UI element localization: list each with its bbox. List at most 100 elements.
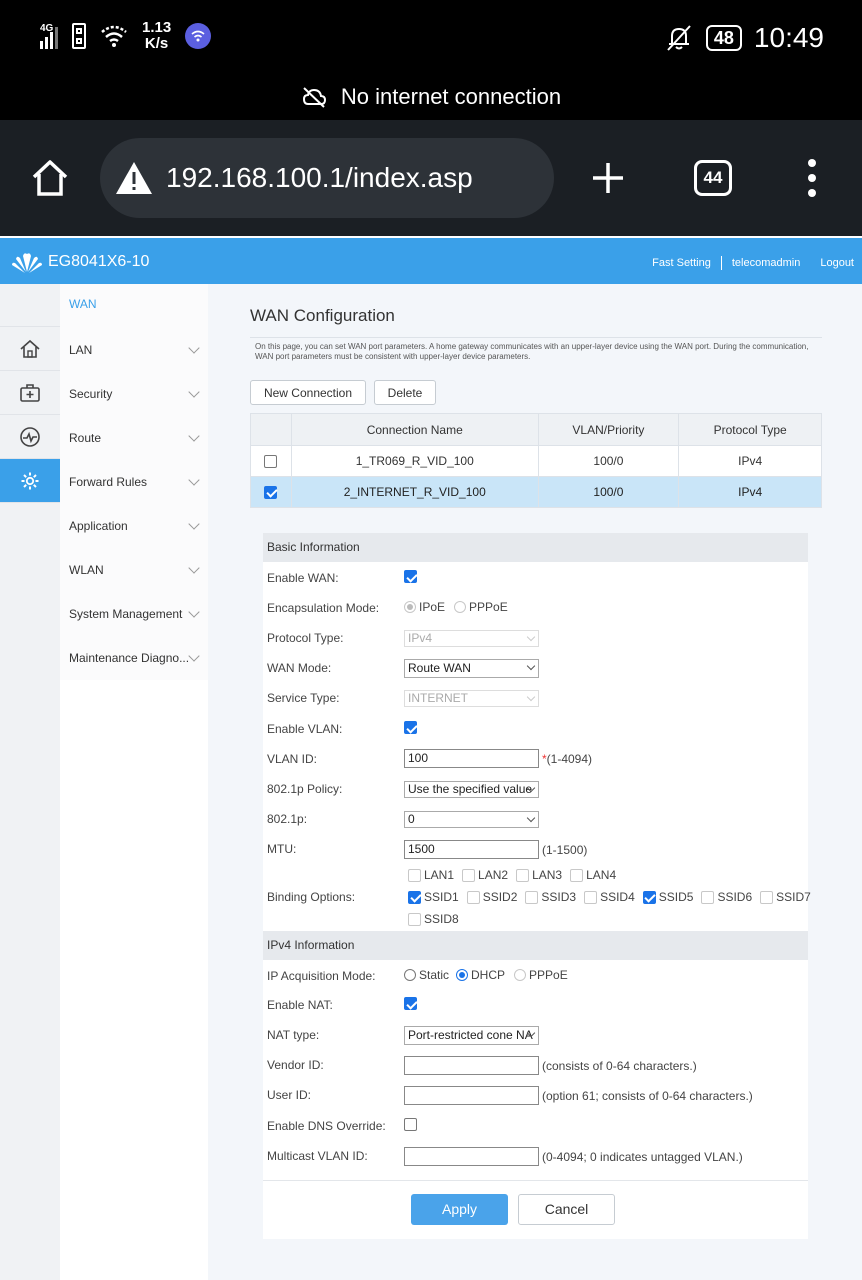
row-select-cell — [250, 476, 292, 508]
ssid7-checkbox[interactable] — [760, 890, 774, 904]
menu-item-application[interactable]: Application — [60, 504, 208, 548]
menu-item-security[interactable]: Security — [60, 372, 208, 416]
menu-item-label: Application — [69, 519, 128, 533]
lan1-checkbox[interactable] — [408, 868, 421, 882]
rail-toolbox-button[interactable] — [0, 371, 60, 415]
menu-item-forward-rules[interactable]: Forward Rules — [60, 460, 208, 504]
dns-override-checkbox[interactable] — [404, 1118, 417, 1131]
huawei-logo-icon — [12, 253, 42, 273]
p8021-select[interactable]: 0 — [404, 811, 539, 828]
ssid2-checkbox[interactable] — [466, 890, 480, 904]
cancel-button[interactable]: Cancel — [518, 1194, 615, 1225]
user-id-input[interactable] — [404, 1086, 539, 1105]
row-select-cell — [250, 445, 292, 477]
ipoe-radio[interactable] — [404, 601, 416, 613]
fast-setting-link[interactable]: Fast Setting — [652, 257, 711, 269]
device-model: EG8041X6-10 — [48, 253, 150, 270]
ssid5-label: SSID5 — [658, 890, 694, 904]
title-divider — [250, 337, 822, 338]
vlan-id-label: VLAN ID: — [267, 752, 318, 766]
table-row[interactable]: 2_INTERNET_R_VID_100 100/0 IPv4 — [250, 476, 822, 508]
vendor-id-input[interactable] — [404, 1056, 539, 1075]
ssid5-checkbox[interactable] — [642, 890, 656, 904]
pppoe-radio[interactable] — [454, 601, 467, 613]
dhcp-label: DHCP — [471, 968, 506, 982]
rail-diagnosis-button[interactable] — [0, 415, 60, 459]
row-checkbox[interactable] — [264, 485, 278, 499]
nat-type-select[interactable]: Port-restricted cone NA — [404, 1026, 539, 1045]
pppoe-label: PPPoE — [469, 600, 508, 614]
menu-item-wan[interactable]: WAN — [60, 284, 208, 328]
ssid6-checkbox[interactable] — [701, 890, 715, 904]
menu-item-system-management[interactable]: System Management — [60, 592, 208, 636]
tab-switcher-button[interactable]: 44 — [694, 160, 732, 196]
policy-select[interactable]: Use the specified value — [404, 781, 539, 798]
ssid6-label: SSID6 — [717, 890, 753, 904]
home-icon — [20, 339, 40, 358]
no-internet-notice: No internet connection — [340, 84, 562, 109]
vlan-id-input[interactable]: 100 — [404, 749, 539, 768]
browser-toolbar: 192.168.100.1/index.asp 44 — [0, 120, 862, 236]
clock: 10:49 — [753, 22, 824, 53]
user-link[interactable]: telecomadmin — [732, 257, 800, 269]
enable-wan-checkbox[interactable] — [404, 570, 417, 583]
new-tab-icon[interactable] — [590, 160, 626, 196]
rail-home-button[interactable] — [0, 327, 60, 371]
chevron-down-icon — [188, 430, 200, 442]
column-header: VLAN/Priority — [537, 413, 680, 446]
ssid8-checkbox[interactable] — [408, 912, 421, 926]
menu-item-lan[interactable]: LAN — [60, 328, 208, 372]
ssid4-checkbox[interactable] — [584, 890, 598, 904]
url-text[interactable]: 192.168.100.1/index.asp — [166, 162, 473, 194]
ssid7-label: SSID7 — [776, 890, 811, 904]
enable-nat-checkbox[interactable] — [404, 997, 417, 1010]
menu-blank-area — [60, 680, 208, 1280]
row-checkbox[interactable] — [264, 455, 278, 469]
vendor-id-label: Vendor ID: — [267, 1058, 324, 1072]
menu-item-wlan[interactable]: WLAN — [60, 548, 208, 592]
table-row[interactable]: 1_TR069_R_VID_100 100/0 IPv4 — [250, 445, 822, 477]
protocol-type-select[interactable]: IPv4 — [404, 630, 539, 647]
multicast-vlan-input[interactable] — [404, 1147, 539, 1166]
logout-link[interactable]: Logout — [820, 257, 854, 269]
ssid1-label: SSID1 — [424, 890, 459, 904]
menu-item-label: Forward Rules — [69, 475, 148, 489]
static-radio[interactable] — [404, 969, 416, 981]
rail-settings-button[interactable] — [0, 459, 69, 503]
wifi-icon — [101, 25, 127, 47]
vlan-priority-cell: 100/0 — [537, 445, 680, 477]
lan3-label: LAN3 — [532, 868, 563, 882]
address-bar[interactable]: 192.168.100.1/index.asp — [100, 138, 554, 218]
mute-bell-icon — [667, 25, 691, 51]
chevron-down-icon — [526, 661, 536, 671]
dns-override-label: Enable DNS Override: — [267, 1119, 386, 1133]
ipv4-info-header: IPv4 Information — [263, 931, 808, 960]
ssid3-label: SSID3 — [541, 890, 577, 904]
main-content: WAN Configuration On this page, you can … — [208, 284, 862, 1280]
ssid1-checkbox[interactable] — [408, 890, 421, 904]
ssid8-label: SSID8 — [424, 912, 459, 926]
home-icon[interactable] — [30, 158, 70, 198]
apply-button[interactable]: Apply — [411, 1194, 508, 1225]
delete-button[interactable]: Delete — [374, 380, 436, 405]
lan3-checkbox[interactable] — [516, 868, 530, 882]
enable-nat-label: Enable NAT: — [267, 998, 333, 1012]
wan-mode-select[interactable]: Route WAN — [404, 659, 539, 678]
lan1-label: LAN1 — [424, 868, 455, 882]
enable-wan-label: Enable WAN: — [267, 571, 339, 585]
menu-item-route[interactable]: Route — [60, 416, 208, 460]
new-connection-button[interactable]: New Connection — [250, 380, 366, 405]
enable-vlan-checkbox[interactable] — [404, 721, 417, 734]
lan4-checkbox[interactable] — [570, 868, 584, 882]
menu-item-maintenance[interactable]: Maintenance Diagno... — [60, 636, 208, 680]
more-menu-icon[interactable] — [804, 158, 820, 198]
chevron-down-icon — [188, 386, 200, 398]
dhcp-radio[interactable] — [456, 969, 469, 981]
service-type-select[interactable]: INTERNET — [404, 690, 539, 707]
mtu-input[interactable]: 1500 — [404, 840, 539, 859]
p8021-label: 802.1p: — [267, 812, 308, 826]
ssid3-checkbox[interactable] — [525, 890, 539, 904]
lan2-checkbox[interactable] — [462, 868, 476, 882]
warning-icon[interactable] — [114, 160, 154, 196]
pppoe-mode-radio[interactable] — [514, 969, 527, 981]
